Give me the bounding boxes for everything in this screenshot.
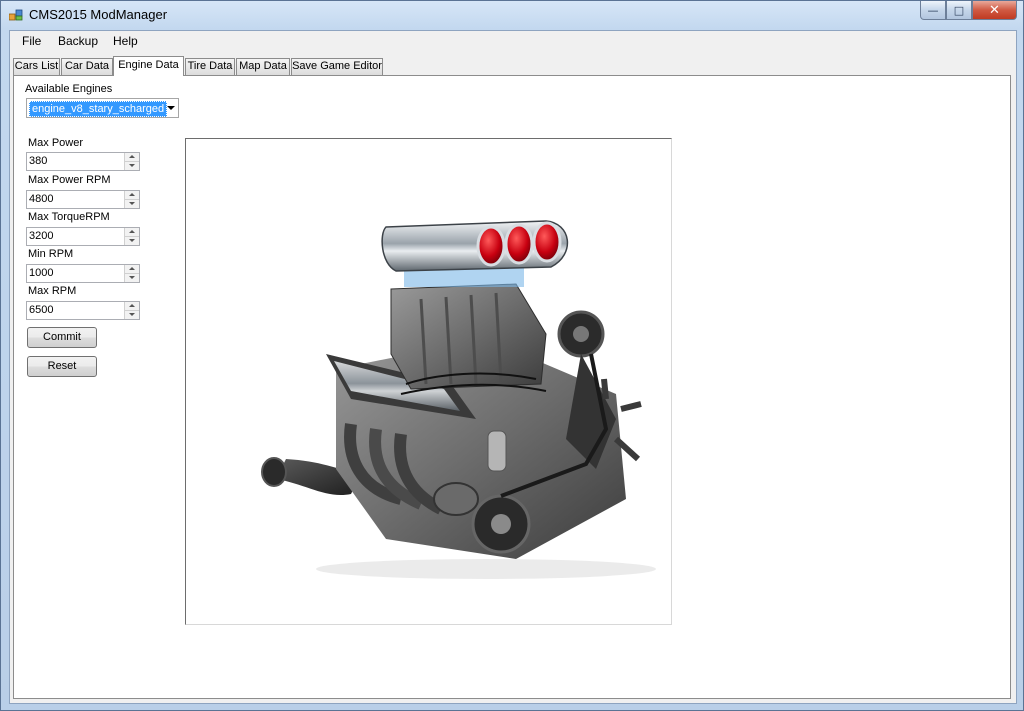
menu-help[interactable]: Help: [113, 34, 138, 48]
max-power-rpm-input[interactable]: 4800: [26, 190, 140, 209]
max-power-rpm-label: Max Power RPM: [28, 174, 111, 186]
menu-backup[interactable]: Backup: [58, 34, 98, 48]
supercharged-v8-engine-image: [261, 220, 656, 579]
available-engines-dropdown[interactable]: engine_v8_stary_scharged: [26, 98, 179, 118]
minimize-button[interactable]: —: [920, 1, 946, 20]
title-bar[interactable]: CMS2015 ModManager — □ ✕: [1, 1, 1023, 29]
available-engines-label: Available Engines: [25, 83, 113, 95]
max-torque-rpm-value: 3200: [29, 230, 54, 242]
engine-picture-box: [185, 138, 672, 625]
menu-bar: File Backup Help: [10, 31, 1016, 52]
spin-down-icon[interactable]: [125, 200, 139, 208]
max-rpm-input[interactable]: 6500: [26, 301, 140, 320]
tab-car-data[interactable]: Car Data: [61, 58, 113, 75]
max-power-value: 380: [29, 155, 48, 167]
spin-up-icon[interactable]: [125, 265, 139, 274]
tab-map-data[interactable]: Map Data: [236, 58, 290, 75]
max-torque-rpm-input[interactable]: 3200: [26, 227, 140, 246]
selected-engine: engine_v8_stary_scharged: [29, 101, 168, 117]
minimize-icon: —: [927, 3, 939, 17]
menu-file[interactable]: File: [22, 34, 41, 48]
spin-down-icon[interactable]: [125, 274, 139, 282]
min-rpm-label: Min RPM: [28, 248, 74, 260]
max-torque-rpm-label: Max TorqueRPM: [28, 211, 110, 223]
close-icon: ✕: [989, 2, 1000, 18]
tab-save-game-editor[interactable]: Save Game Editor: [291, 58, 383, 75]
min-rpm-input[interactable]: 1000: [26, 264, 140, 283]
spin-up-icon[interactable]: [125, 302, 139, 311]
spin-up-icon[interactable]: [125, 191, 139, 200]
engine-data-page: Available Engines engine_v8_stary_scharg…: [13, 75, 1011, 699]
max-power-rpm-value: 4800: [29, 193, 54, 205]
max-power-input[interactable]: 380: [26, 152, 140, 171]
max-rpm-value: 6500: [29, 304, 54, 316]
maximize-icon: □: [953, 3, 965, 17]
maximize-button[interactable]: □: [946, 1, 972, 20]
chevron-down-icon[interactable]: [167, 106, 175, 110]
max-power-label: Max Power: [28, 137, 84, 149]
app-window: CMS2015 ModManager — □ ✕ File Backup Hel…: [0, 0, 1024, 711]
tab-tire-data[interactable]: Tire Data: [185, 58, 235, 75]
min-rpm-spinner[interactable]: [124, 265, 139, 282]
max-rpm-spinner[interactable]: [124, 302, 139, 319]
window-title: CMS2015 ModManager: [29, 7, 168, 22]
tab-engine-data[interactable]: Engine Data: [113, 56, 184, 76]
max-rpm-label: Max RPM: [28, 285, 77, 297]
spin-down-icon[interactable]: [125, 237, 139, 245]
max-power-spinner[interactable]: [124, 153, 139, 170]
reset-button[interactable]: Reset: [27, 356, 97, 377]
commit-button[interactable]: Commit: [27, 327, 97, 348]
max-torque-rpm-spinner[interactable]: [124, 228, 139, 245]
spin-up-icon[interactable]: [125, 228, 139, 237]
spin-down-icon[interactable]: [125, 162, 139, 170]
min-rpm-value: 1000: [29, 267, 54, 279]
client-area: File Backup Help Cars List Car Data Engi…: [9, 30, 1017, 704]
spin-down-icon[interactable]: [125, 311, 139, 319]
app-icon: [9, 9, 23, 21]
close-button[interactable]: ✕: [972, 1, 1017, 20]
tab-cars-list[interactable]: Cars List: [13, 58, 60, 75]
max-power-rpm-spinner[interactable]: [124, 191, 139, 208]
spin-up-icon[interactable]: [125, 153, 139, 162]
